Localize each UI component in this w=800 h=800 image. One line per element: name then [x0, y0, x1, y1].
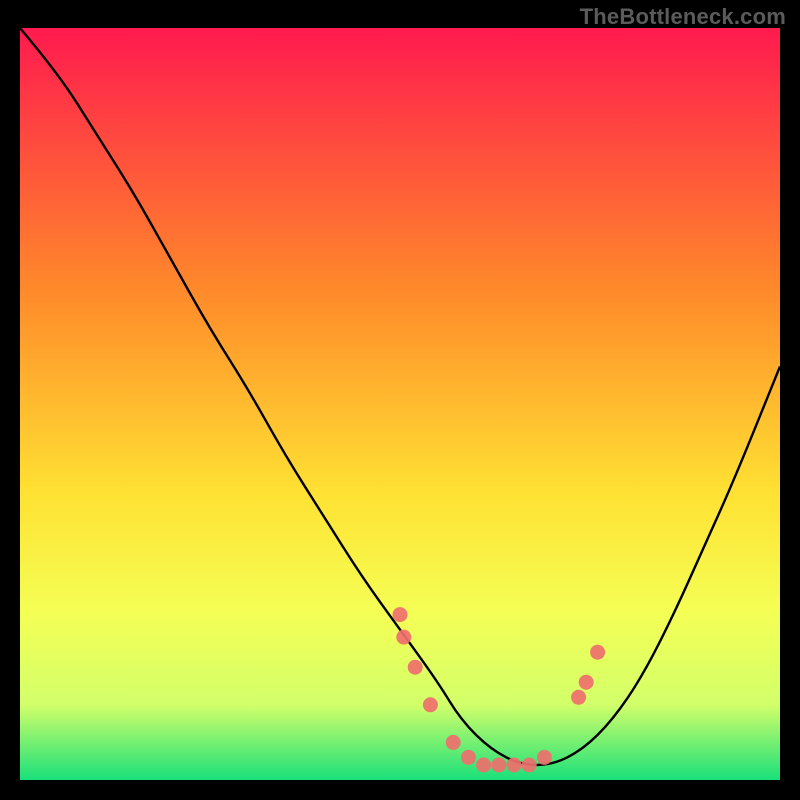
- data-point: [579, 675, 594, 690]
- data-point: [507, 758, 522, 773]
- data-point: [590, 645, 605, 660]
- plot-frame: [20, 28, 780, 780]
- data-point: [537, 750, 552, 765]
- data-point: [461, 750, 476, 765]
- watermark-text: TheBottleneck.com: [580, 4, 786, 30]
- data-point: [491, 758, 506, 773]
- data-point: [522, 758, 537, 773]
- data-point: [476, 758, 491, 773]
- chart-stage: TheBottleneck.com: [0, 0, 800, 800]
- data-point: [408, 660, 423, 675]
- gradient-background: [20, 28, 780, 780]
- data-point: [571, 690, 586, 705]
- data-point: [393, 607, 408, 622]
- chart-svg: [20, 28, 780, 780]
- data-point: [423, 697, 438, 712]
- data-point: [446, 735, 461, 750]
- data-point: [396, 630, 411, 645]
